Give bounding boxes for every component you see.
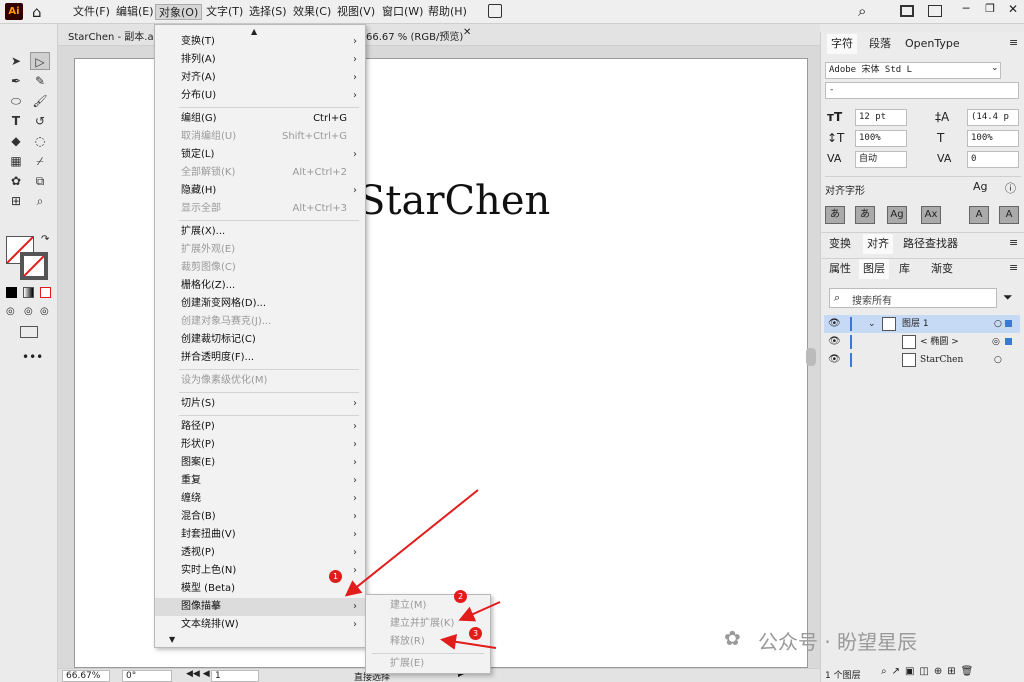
annotation-arrows [344,489,501,650]
annotation-badge-2: 2 [454,590,467,603]
annotation-arrow-3 [440,633,497,650]
annotation-badge-1: 1 [329,570,342,583]
annotation-badge-3: 3 [469,627,482,640]
annotation-arrow-1 [344,489,479,597]
watermark-icon: ✿ [724,626,741,650]
annotation-arrow-2 [458,601,501,622]
watermark-text: 公众号 · 盼望星辰 [758,630,918,654]
